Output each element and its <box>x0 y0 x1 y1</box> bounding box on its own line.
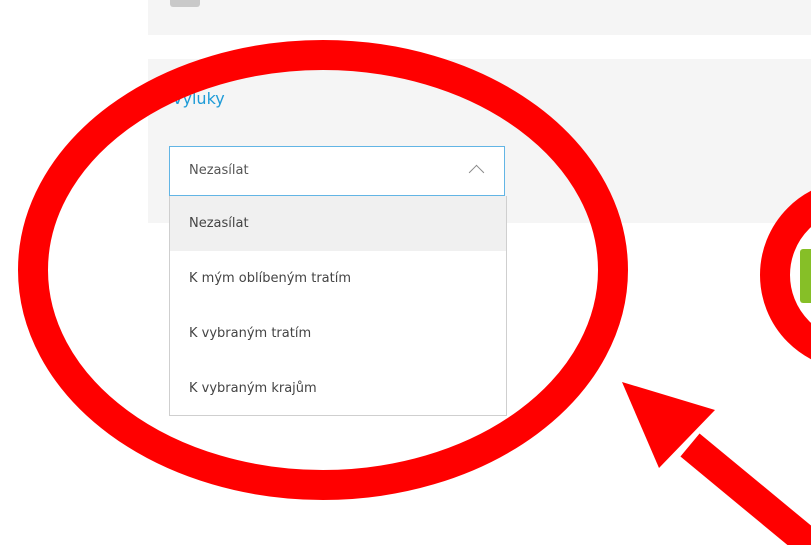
page: Výluky Nezasílat Nezasílat K mým oblíben… <box>0 0 811 545</box>
dropdown-option-nezasilat[interactable]: Nezasílat <box>170 196 506 251</box>
chevron-up-icon <box>468 164 485 181</box>
dropdown-list: Nezasílat K mým oblíbeným tratím K vybra… <box>169 196 507 416</box>
dropdown-option-vybrane-trate[interactable]: K vybraným tratím <box>170 306 506 361</box>
checkbox[interactable] <box>170 0 200 7</box>
annotation-arrow-shaft <box>680 433 811 545</box>
annotation-arrow-head <box>622 382 715 468</box>
dropdown-option-oblibene-trate[interactable]: K mým oblíbeným tratím <box>170 251 506 306</box>
submit-button[interactable] <box>800 249 811 303</box>
vyluky-select[interactable]: Nezasílat <box>169 146 505 196</box>
dropdown-option-vybrane-kraje[interactable]: K vybraným krajům <box>170 361 506 416</box>
section-title: Výluky <box>172 89 225 108</box>
top-settings-panel <box>148 0 811 35</box>
select-value: Nezasílat <box>189 163 249 178</box>
